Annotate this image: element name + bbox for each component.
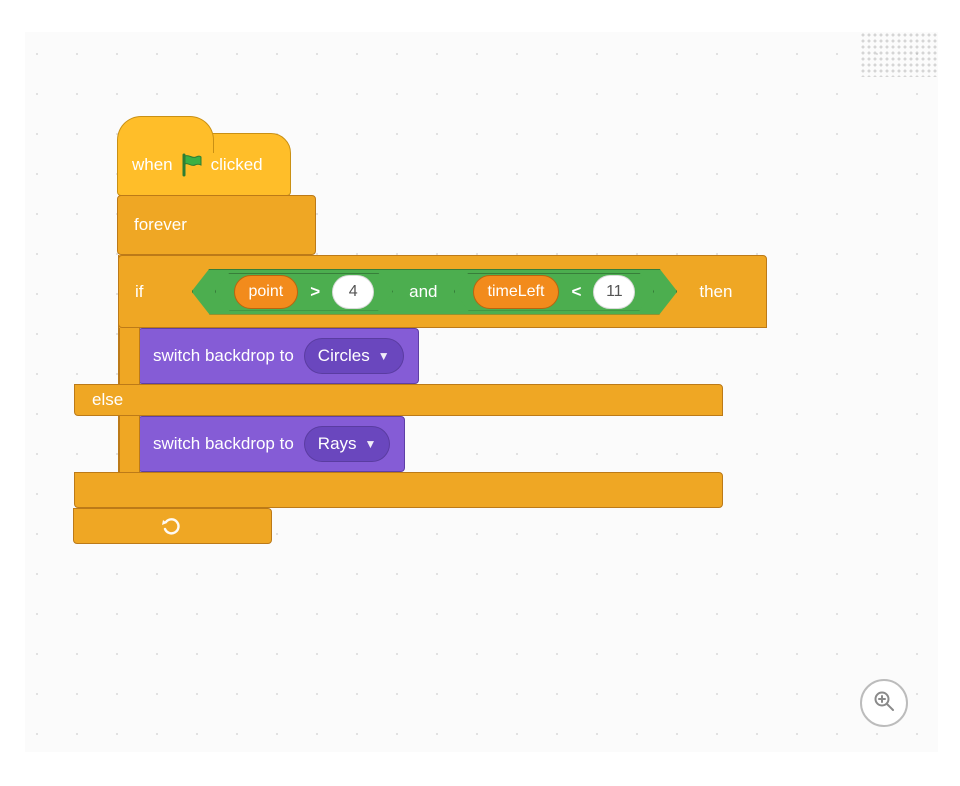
lt-symbol: < (569, 282, 583, 302)
if-head: if point > 4 and timeLeft < 11 (118, 255, 767, 328)
gt-operator[interactable]: point > 4 (215, 273, 394, 311)
switch-backdrop-rays-block[interactable]: switch backdrop to Rays ▼ (138, 416, 405, 472)
variable-timeleft[interactable]: timeLeft (473, 275, 560, 309)
else-bar: else (74, 384, 723, 416)
green-flag-icon (181, 153, 203, 177)
variable-point[interactable]: point (234, 275, 299, 309)
zoom-in-icon (873, 690, 895, 717)
gt-symbol: > (308, 282, 322, 302)
hat-clicked-label: clicked (211, 155, 263, 175)
if-else-block[interactable]: if point > 4 and timeLeft < 11 (118, 255, 767, 508)
switch-backdrop-label-2: switch backdrop to (153, 434, 294, 454)
forever-block[interactable]: forever if point > 4 and (117, 195, 767, 544)
dropdown-value-rays: Rays (318, 434, 357, 454)
backdrop-dropdown-rays[interactable]: Rays ▼ (304, 426, 391, 462)
switch-backdrop-label-1: switch backdrop to (153, 346, 294, 366)
if-foot (74, 472, 723, 508)
and-label: and (403, 282, 443, 302)
value-11-input[interactable]: 11 (593, 275, 635, 309)
and-operator[interactable]: point > 4 and timeLeft < 11 (192, 269, 678, 315)
dropdown-value-circles: Circles (318, 346, 370, 366)
forever-foot (73, 508, 272, 544)
block-stack: when clicked forever if (117, 133, 767, 544)
forever-head: forever (117, 195, 316, 255)
when-flag-clicked-block[interactable]: when clicked (117, 133, 291, 196)
if-label: if (135, 282, 144, 302)
value-4-input[interactable]: 4 (332, 275, 374, 309)
else-label: else (92, 390, 123, 410)
chevron-down-icon: ▼ (378, 349, 390, 363)
lt-operator[interactable]: timeLeft < 11 (454, 273, 655, 311)
scratch-workspace[interactable]: when clicked forever if (25, 32, 938, 752)
switch-backdrop-circles-block[interactable]: switch backdrop to Circles ▼ (138, 328, 419, 384)
hat-when-label: when (132, 155, 173, 175)
backdrop-dropdown-circles[interactable]: Circles ▼ (304, 338, 404, 374)
zoom-in-button[interactable] (860, 679, 908, 727)
then-label: then (699, 282, 732, 302)
loop-arrow-icon (161, 517, 185, 535)
forever-label: forever (134, 215, 187, 235)
halftone-decoration (860, 32, 938, 77)
chevron-down-icon: ▼ (365, 437, 377, 451)
